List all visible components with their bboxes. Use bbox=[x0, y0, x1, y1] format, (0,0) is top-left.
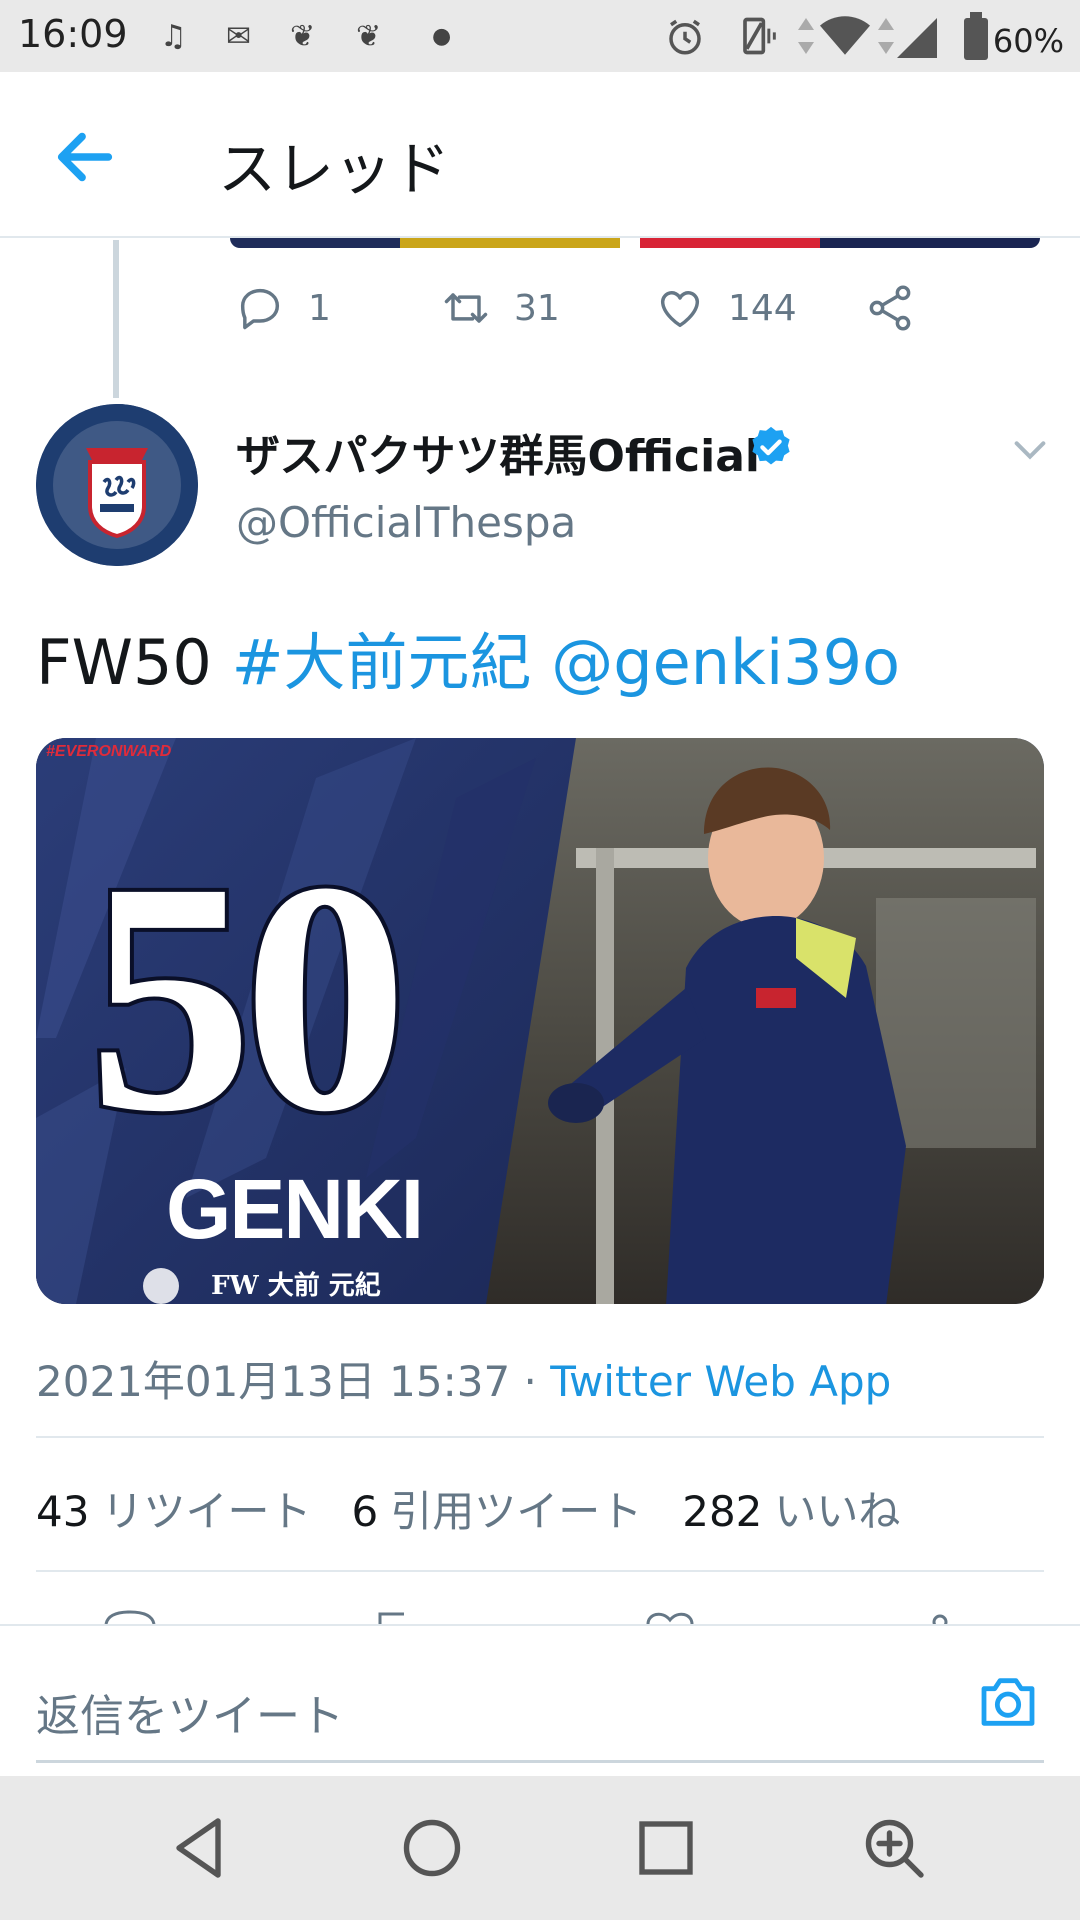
zoom-in-icon[interactable] bbox=[858, 1812, 930, 1884]
music-note-icon: ♫ bbox=[160, 18, 187, 54]
tweet-meta: 2021年01月13日 15:37 · Twitter Web App bbox=[36, 1348, 891, 1409]
retweets-count[interactable]: 43 bbox=[36, 1487, 89, 1536]
quotes-label[interactable]: 引用ツイート bbox=[390, 1487, 642, 1536]
battery-icon bbox=[964, 12, 988, 60]
data-arrows-icon bbox=[878, 18, 894, 54]
player-subtitle-graphic: FW 大前 元紀 bbox=[211, 1270, 381, 1301]
player-name-graphic: GENKI bbox=[166, 1162, 422, 1256]
avatar[interactable] bbox=[36, 404, 198, 566]
retweet-icon[interactable] bbox=[370, 1610, 430, 1624]
navigation-bar bbox=[0, 1776, 1080, 1920]
source-link[interactable]: Twitter Web App bbox=[550, 1357, 891, 1406]
reply-icon bbox=[240, 288, 280, 330]
back-triangle-icon[interactable] bbox=[164, 1812, 236, 1884]
status-bar: 16:09 ♫ ✉ ❦ ❦ ● 60% bbox=[0, 0, 1080, 72]
status-time: 16:09 bbox=[18, 12, 128, 56]
retweet-count: 31 bbox=[514, 287, 560, 329]
battery-percent: 60% bbox=[992, 22, 1064, 60]
page-title: スレッド bbox=[218, 135, 451, 203]
home-circle-icon[interactable] bbox=[396, 1812, 468, 1884]
divider bbox=[36, 1436, 1044, 1438]
tweet-timestamp: 2021年01月13日 15:37 bbox=[36, 1357, 511, 1406]
chevron-down-icon[interactable] bbox=[1010, 430, 1050, 470]
vibrate-icon bbox=[743, 17, 776, 55]
like-count: 144 bbox=[728, 287, 797, 329]
share-button[interactable] bbox=[864, 280, 916, 336]
tweet-media-image[interactable]: #EVERONWARD 50 GENKI FW 大前 元紀 bbox=[36, 738, 1044, 1304]
recents-square-icon[interactable] bbox=[630, 1812, 702, 1884]
meta-separator: · bbox=[510, 1357, 551, 1406]
hashtag-link[interactable]: #大前元紀 bbox=[232, 626, 532, 699]
reply-button[interactable]: 1 bbox=[234, 280, 331, 336]
header: スレッド bbox=[0, 72, 1080, 238]
arrow-left-icon[interactable] bbox=[50, 122, 120, 192]
app-icon: ❦ bbox=[356, 18, 382, 54]
like-button[interactable]: 144 bbox=[654, 280, 797, 336]
mail-icon: ✉ bbox=[226, 18, 252, 54]
signal-icon bbox=[897, 18, 937, 58]
dot-icon: ● bbox=[432, 23, 452, 49]
share-icon bbox=[869, 285, 911, 331]
retweets-label[interactable]: リツイート bbox=[101, 1487, 311, 1536]
tweet-action-row bbox=[100, 1610, 1000, 1624]
jersey-number: 50 bbox=[88, 815, 398, 1180]
tweet-stats: 43 リツイート 6 引用ツイート 282 いいね bbox=[36, 1478, 940, 1539]
share-icon[interactable] bbox=[920, 1610, 960, 1624]
handle[interactable]: @OfficialThespa bbox=[236, 498, 576, 547]
alarm-icon bbox=[669, 19, 701, 55]
likes-label[interactable]: いいね bbox=[774, 1487, 900, 1536]
verified-badge-icon bbox=[752, 426, 790, 465]
tweet-text: FW50 #大前元紀 @genki39o bbox=[36, 612, 900, 702]
club-emblem-icon bbox=[36, 404, 198, 566]
reply-icon[interactable] bbox=[100, 1610, 160, 1624]
quotes-count[interactable]: 6 bbox=[351, 1487, 378, 1536]
app-icon: ❦ bbox=[290, 18, 316, 54]
mention-link[interactable]: @genki39o bbox=[551, 626, 900, 699]
reply-count: 1 bbox=[308, 287, 331, 329]
reply-bar: 返信をツイート bbox=[0, 1624, 1080, 1776]
display-name[interactable]: ザスパクサツ群馬Official bbox=[236, 420, 760, 484]
retweet-button[interactable]: 31 bbox=[440, 280, 560, 336]
heart-icon[interactable] bbox=[640, 1610, 700, 1624]
heart-icon bbox=[660, 291, 700, 328]
reply-input[interactable]: 返信をツイート bbox=[36, 1680, 344, 1744]
player-graphic: #EVERONWARD 50 GENKI FW 大前 元紀 bbox=[36, 738, 1044, 1304]
camera-icon[interactable] bbox=[976, 1670, 1040, 1734]
wifi-icon bbox=[820, 16, 870, 55]
media-tag: #EVERONWARD bbox=[46, 743, 172, 760]
previous-tweet-media[interactable] bbox=[230, 238, 1040, 248]
tweet-text-prefix: FW50 bbox=[36, 626, 232, 699]
likes-count[interactable]: 282 bbox=[682, 1487, 762, 1536]
retweet-icon bbox=[444, 293, 488, 323]
divider bbox=[36, 1570, 1044, 1572]
thread-line bbox=[113, 240, 119, 398]
reply-input-underline bbox=[36, 1760, 1044, 1763]
data-arrows-icon bbox=[798, 18, 814, 54]
